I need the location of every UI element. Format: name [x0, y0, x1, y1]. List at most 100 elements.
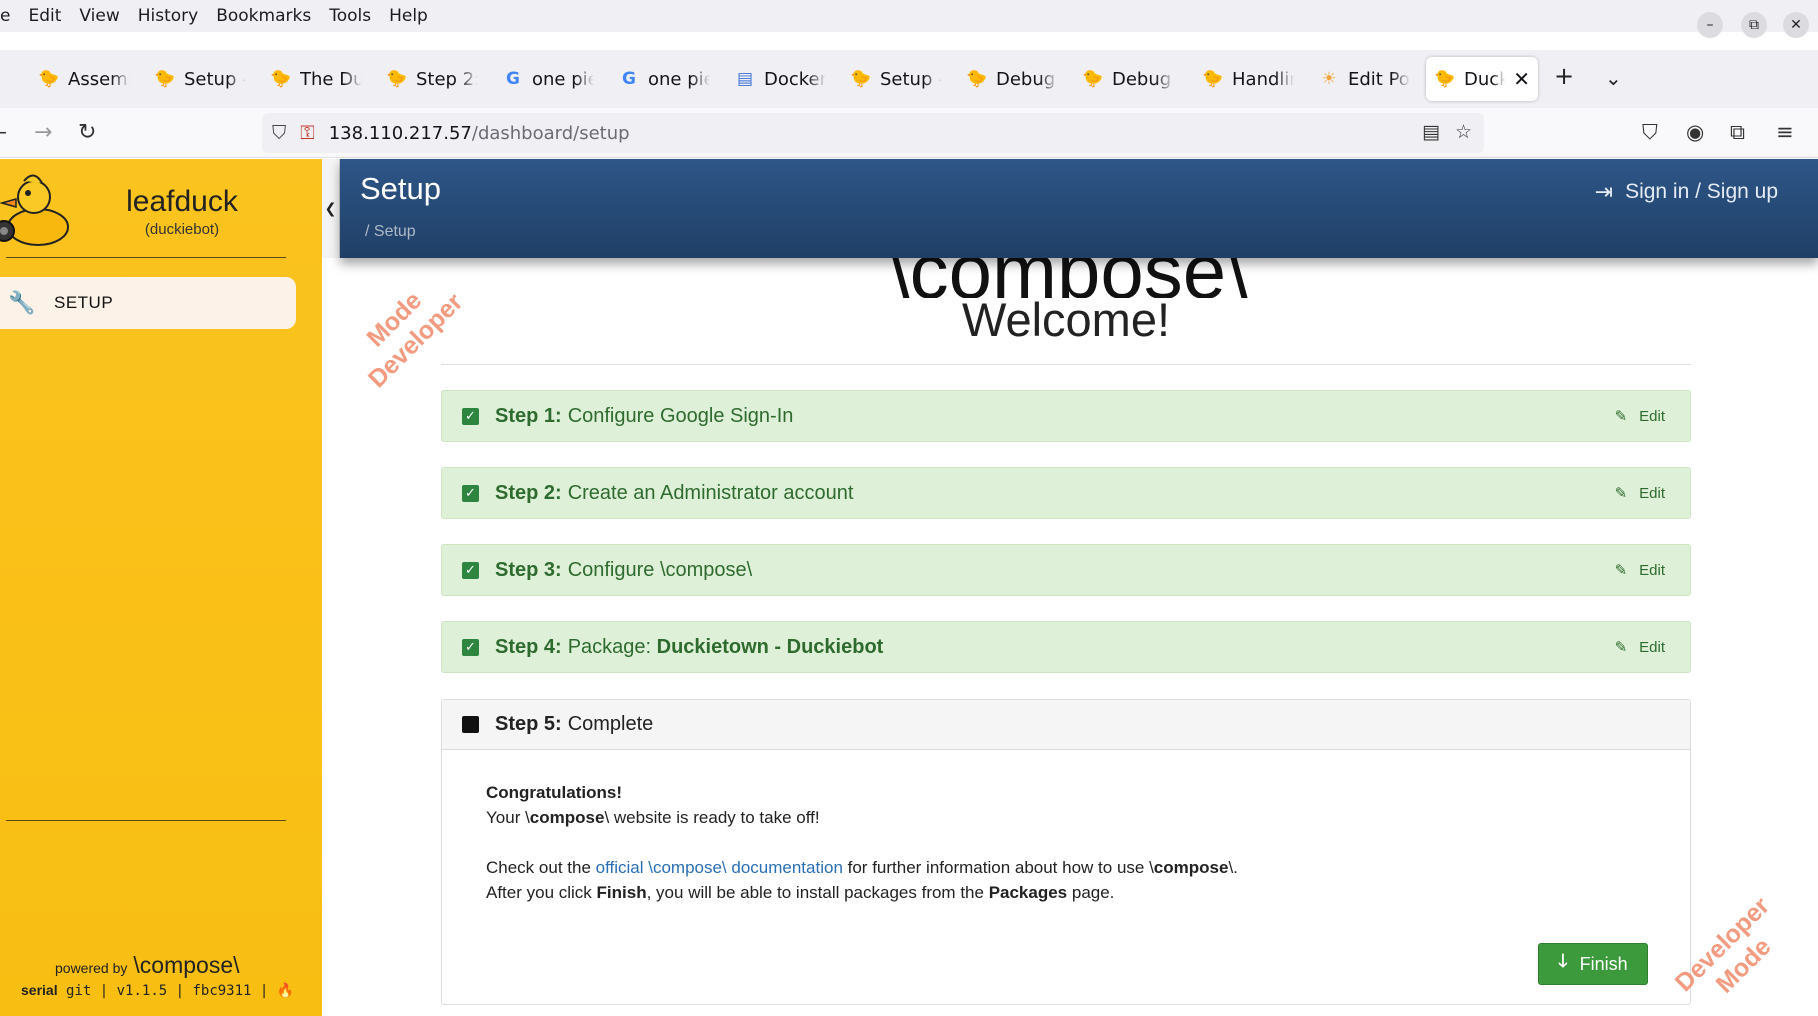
navigation-toolbar: – → ↻ ⛉ ⚿ 138.110.217.57/dashboard/setup… [0, 108, 1818, 158]
list-tabs-icon[interactable]: ⌄ [1605, 66, 1622, 90]
menu-view[interactable]: View [73, 6, 125, 26]
browser-tab[interactable]: Gone pie [494, 57, 594, 101]
browser-tab-active[interactable]: 🐤 Duck ✕ [1426, 57, 1538, 101]
chevron-left-icon: ❮ [324, 200, 337, 216]
checkbox-unchecked-icon [462, 716, 479, 733]
browser-tab[interactable]: ▤ Docker [726, 57, 826, 101]
account-icon[interactable]: ◉ [1686, 120, 1704, 144]
breadcrumb[interactable]: / Setup [365, 223, 416, 241]
checkbox-checked-icon: ✓ [462, 561, 479, 579]
menu-tools[interactable]: Tools [323, 6, 377, 26]
step-1: ✓ Step 1: Configure Google Sign-In ✎ Edit [441, 390, 1691, 442]
browser-tab[interactable]: 🐤 The Du [262, 57, 362, 101]
wrench-icon: 🔧 [8, 290, 36, 315]
back-icon[interactable]: – [0, 120, 7, 145]
pencil-icon: ✎ [1614, 562, 1628, 579]
docs-favicon-icon: ▤ [736, 69, 754, 89]
sidebar-collapse-toggle[interactable]: ❮ [322, 159, 340, 258]
menu-history[interactable]: History [132, 6, 204, 26]
step-3: ✓ Step 3: Configure \compose\ ✎ Edit [441, 544, 1691, 596]
duck-favicon-icon: 🐤 [154, 69, 176, 89]
edit-step-4-button[interactable]: ✎ Edit [1614, 638, 1665, 657]
pencil-icon: ✎ [1614, 408, 1628, 425]
page-header: Setup / Setup ⇥ Sign in / Sign up [340, 159, 1818, 258]
duck-favicon-icon: 🐤 [966, 69, 988, 89]
tab-partial[interactable]: ▯ [0, 57, 6, 101]
menu-help[interactable]: Help [383, 6, 434, 26]
fire-icon: 🔥 [276, 983, 295, 999]
page-title: Setup [360, 171, 442, 206]
robot-type: (duckiebot) [144, 221, 220, 238]
welcome-heading: Welcome! [961, 293, 1171, 346]
browser-tab[interactable]: 🐤 Setup - [842, 57, 942, 101]
compose-brand[interactable]: \compose\ [133, 952, 239, 979]
extensions-icon[interactable]: ⧉ [1730, 120, 1745, 145]
sidebar-item-setup[interactable]: 🔧 SETUP [0, 277, 296, 329]
pocket-icon[interactable]: ⛉ [1642, 120, 1658, 145]
browser-tab[interactable]: 🐤 Step 2: [378, 57, 478, 101]
duck-favicon-icon: 🐤 [1434, 69, 1456, 89]
edit-step-2-button[interactable]: ✎ Edit [1614, 484, 1665, 503]
documentation-link[interactable]: official \compose\ documentation [596, 858, 843, 877]
address-bar[interactable]: ⛉ ⚿ 138.110.217.57/dashboard/setup ▤ ☆ [262, 113, 1484, 153]
browser-tab[interactable]: 🐤 Debug [958, 57, 1058, 101]
sign-in-icon: ⇥ [1594, 179, 1614, 204]
url-host: 138.110.217.57 [328, 122, 472, 144]
sidebar-item-label: SETUP [54, 293, 114, 312]
step-5-panel: Step 5: Complete Congratulations! Your \… [441, 699, 1691, 1005]
edit-step-1-button[interactable]: ✎ Edit [1614, 407, 1665, 426]
google-favicon-icon: G [622, 69, 636, 89]
minimize-icon[interactable]: – [1697, 12, 1723, 38]
checkbox-checked-icon: ✓ [462, 407, 479, 425]
duck-favicon-icon: 🐤 [270, 69, 292, 89]
step-5-header: Step 5: Complete [442, 700, 1690, 750]
browser-menubar: e Edit View History Bookmarks Tools Help [0, 0, 1818, 32]
checkbox-checked-icon: ✓ [462, 484, 479, 502]
page-scrollbar[interactable] [1806, 260, 1812, 1000]
shield-icon[interactable]: ⛉ [272, 122, 286, 144]
app-menu-icon[interactable]: ≡ [1776, 120, 1794, 144]
sidebar: leafduck (duckiebot) 🔧 SETUP powered by … [0, 159, 322, 1016]
reader-view-icon[interactable]: ▤ [1422, 121, 1440, 143]
step-5-body: Congratulations! Your \compose\ website … [486, 783, 1238, 902]
edit-step-3-button[interactable]: ✎ Edit [1614, 561, 1665, 580]
browser-tab[interactable]: 🐤 Setup - [146, 57, 246, 101]
url-path: /dashboard/setup [471, 122, 630, 144]
duck-logo-icon [0, 174, 69, 246]
duck-favicon-icon: 🐤 [386, 69, 408, 89]
browser-tab[interactable]: 🐤 Handlin [1194, 57, 1294, 101]
insecure-lock-icon[interactable]: ⚿ [300, 122, 314, 144]
menu-file[interactable]: e [0, 6, 16, 26]
sidebar-divider [6, 257, 286, 258]
duck-favicon-icon: 🐤 [1082, 69, 1104, 89]
browser-tab[interactable]: 🐤Assemb [30, 57, 130, 101]
bookmark-star-icon[interactable]: ☆ [1455, 121, 1472, 143]
step-2: ✓ Step 2: Create an Administrator accoun… [441, 467, 1691, 519]
arrow-down-icon: 🡓 [1558, 951, 1568, 971]
reload-icon[interactable]: ↻ [78, 120, 96, 145]
duck-favicon-icon: 🐤 [850, 69, 872, 89]
menu-bookmarks[interactable]: Bookmarks [210, 6, 317, 26]
forward-icon[interactable]: → [34, 120, 52, 145]
restore-icon[interactable]: ⧉ [1741, 12, 1767, 38]
pencil-icon: ✎ [1614, 639, 1628, 656]
powered-by: powered by \compose\ [55, 952, 240, 979]
close-window-icon[interactable]: ✕ [1783, 12, 1809, 38]
build-info: serial git | v1.1.5 | fbc9311 | 🔥 [21, 982, 295, 999]
sign-in-button[interactable]: ⇥ Sign in / Sign up [1595, 179, 1778, 205]
sun-favicon-icon: ☀ [1321, 69, 1337, 89]
close-tab-icon[interactable]: ✕ [1505, 67, 1538, 91]
divider [441, 364, 1691, 365]
checkbox-checked-icon: ✓ [462, 638, 479, 656]
google-favicon-icon: G [506, 69, 520, 89]
pencil-icon: ✎ [1614, 485, 1628, 502]
step-4: ✓ Step 4: Package: Duckietown - Duckiebo… [441, 621, 1691, 673]
new-tab-icon[interactable]: + [1554, 62, 1574, 90]
duck-favicon-icon: 🐤 [1202, 69, 1224, 89]
menu-edit[interactable]: Edit [22, 6, 67, 26]
browser-tab[interactable]: 🐤 Debug [1074, 57, 1174, 101]
browser-tab[interactable]: ☀ Edit Po [1310, 57, 1410, 101]
browser-tab[interactable]: Gone pie [610, 57, 710, 101]
finish-button[interactable]: 🡓 Finish [1538, 943, 1648, 985]
tab-icon: ▯ [0, 68, 6, 90]
